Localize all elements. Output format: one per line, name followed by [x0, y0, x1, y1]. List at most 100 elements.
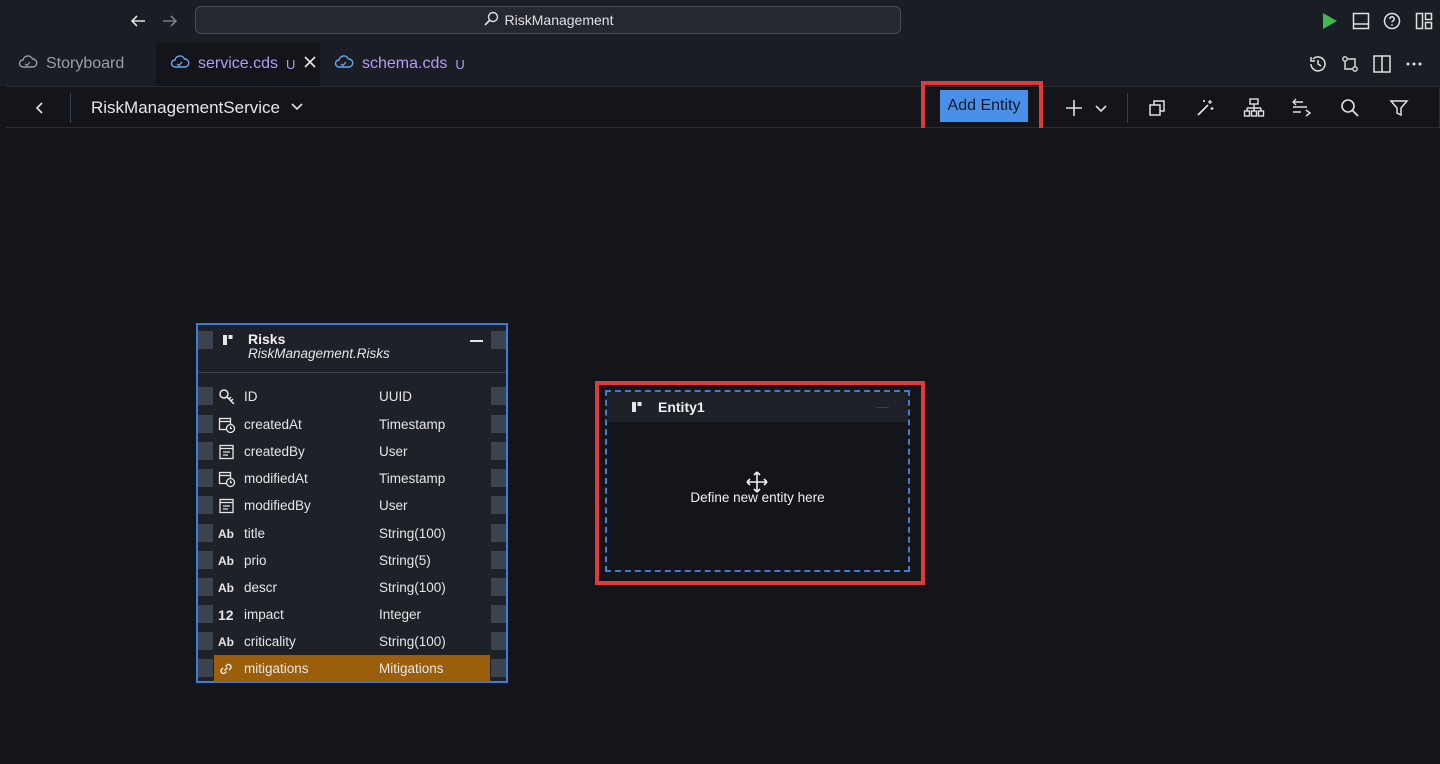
copy-layers-icon[interactable] [1145, 96, 1169, 120]
run-icon[interactable] [1318, 10, 1340, 32]
field-type: User [379, 498, 408, 513]
entity-icon [222, 333, 234, 351]
tab-label: schema.cds [362, 55, 448, 72]
connection-handle[interactable] [198, 605, 213, 623]
connection-handle[interactable] [198, 578, 213, 596]
user-card-icon [214, 497, 244, 515]
connection-handle[interactable] [198, 496, 213, 514]
connection-handle[interactable] [198, 387, 213, 405]
field-row[interactable]: Ab title String(100) [214, 520, 490, 547]
entity-placeholder-text: Define new entity here [690, 490, 825, 505]
connection-handle[interactable] [491, 442, 506, 460]
field-type: UUID [379, 389, 412, 404]
connection-handle[interactable] [491, 415, 506, 433]
field-name: createdBy [244, 444, 305, 459]
field-row[interactable]: Ab prio String(5) [214, 547, 490, 574]
connection-handle[interactable] [198, 331, 213, 349]
tab-bar: Storyboard service.cds U schema.cds U [0, 42, 1440, 86]
filter-icon[interactable] [1387, 96, 1411, 120]
field-type: Integer [379, 607, 422, 622]
field-row[interactable]: 12 impact Integer [214, 601, 490, 628]
connection-handle[interactable] [198, 524, 213, 542]
search-icon[interactable] [1338, 96, 1362, 120]
tab-label: service.cds [198, 55, 279, 72]
new-entity-card[interactable]: Entity1 Define new entity here [605, 390, 910, 572]
tab-schema-cds[interactable]: schema.cds U [320, 42, 486, 86]
close-icon[interactable] [303, 55, 317, 74]
field-type: String(100) [379, 526, 446, 541]
entity-header[interactable]: Entity1 [607, 392, 908, 422]
cloud-icon [334, 54, 354, 75]
field-name: prio [244, 553, 267, 568]
tab-label: Storyboard [46, 55, 125, 72]
risks-entity-card[interactable]: Risks RiskManagement.Risks ID UUID creat… [196, 323, 508, 683]
field-name: modifiedBy [244, 498, 311, 513]
connection-handle[interactable] [491, 605, 506, 623]
connection-handle[interactable] [198, 551, 213, 569]
more-actions-icon[interactable] [1403, 53, 1425, 75]
layout-grid-icon[interactable] [1413, 10, 1435, 32]
field-row[interactable]: Ab criticality String(100) [214, 628, 490, 655]
field-row[interactable]: modifiedAt Timestamp [214, 465, 490, 492]
editor-toolbar: RiskManagementService [6, 86, 1440, 128]
entity-qualified-name: RiskManagement.Risks [248, 346, 390, 361]
magic-wand-icon[interactable] [1193, 96, 1217, 120]
command-center-search[interactable]: RiskManagement [195, 6, 901, 34]
sort-list-icon[interactable] [1290, 96, 1314, 120]
connection-handle[interactable] [491, 524, 506, 542]
field-row[interactable]: Ab descr String(100) [214, 574, 490, 601]
service-selector[interactable]: RiskManagementService [91, 96, 304, 120]
connection-handle[interactable] [491, 331, 506, 349]
forward-arrow-icon[interactable] [158, 9, 182, 33]
connection-handle[interactable] [198, 442, 213, 460]
chevron-down-icon[interactable] [1089, 96, 1113, 120]
field-row-selected[interactable]: mitigations Mitigations [214, 655, 490, 682]
help-icon[interactable] [1381, 10, 1403, 32]
connection-handle[interactable] [198, 415, 213, 433]
back-arrow-icon[interactable] [126, 9, 150, 33]
text-type-icon: Ab [218, 580, 234, 595]
field-row[interactable]: createdBy User [214, 438, 490, 465]
title-bar: RiskManagement [0, 0, 1440, 42]
calendar-clock-icon [214, 470, 244, 488]
connection-handle[interactable] [491, 632, 506, 650]
plus-icon[interactable] [1062, 96, 1086, 120]
field-type: Timestamp [379, 417, 446, 432]
field-name: title [244, 526, 266, 541]
cloud-icon [170, 54, 190, 75]
link-icon [214, 661, 244, 677]
add-entity-button[interactable]: Add Entity [940, 90, 1028, 122]
field-type: String(100) [379, 634, 446, 649]
history-icon[interactable] [1307, 53, 1329, 75]
connection-handle[interactable] [491, 496, 506, 514]
connection-handle[interactable] [491, 469, 506, 487]
connection-handle[interactable] [198, 632, 213, 650]
connection-handle[interactable] [198, 469, 213, 487]
field-row[interactable]: createdAt Timestamp [214, 411, 490, 438]
compare-changes-icon[interactable] [1339, 53, 1361, 75]
field-type: Mitigations [379, 661, 444, 676]
field-row[interactable]: modifiedBy User [214, 492, 490, 519]
field-name: ID [244, 389, 258, 404]
toolbar-divider [70, 93, 71, 123]
connection-handle[interactable] [491, 551, 506, 569]
auto-layout-icon[interactable] [1242, 96, 1266, 120]
tab-service-cds[interactable]: service.cds U [156, 42, 320, 86]
field-name: createdAt [244, 417, 302, 432]
entity-header[interactable]: Risks RiskManagement.Risks [198, 325, 506, 373]
entity-icon [631, 400, 643, 418]
cloud-icon [18, 54, 38, 75]
connection-handle[interactable] [491, 578, 506, 596]
connection-handle[interactable] [491, 387, 506, 405]
tab-storyboard[interactable]: Storyboard [4, 42, 156, 86]
minimize-icon[interactable] [876, 407, 889, 409]
panel-layout-icon[interactable] [1350, 10, 1372, 32]
modified-badge: U [286, 56, 296, 72]
field-row[interactable]: ID UUID [214, 383, 490, 410]
split-editor-icon[interactable] [1371, 53, 1393, 75]
connection-handle[interactable] [198, 659, 213, 677]
minimize-icon[interactable] [470, 340, 483, 342]
chevron-left-icon[interactable] [28, 96, 52, 120]
connection-handle[interactable] [491, 659, 506, 677]
field-type: User [379, 444, 408, 459]
